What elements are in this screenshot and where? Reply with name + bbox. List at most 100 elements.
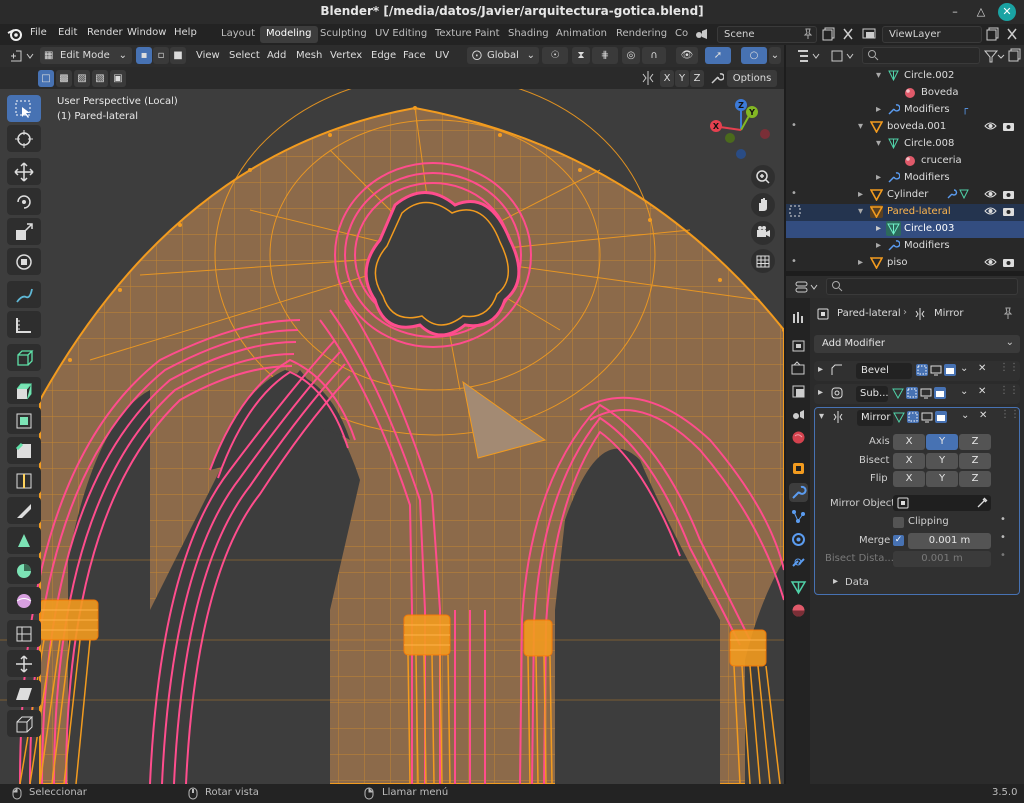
minimize-button[interactable]: –	[946, 3, 964, 21]
modifiers-tab-icon[interactable]	[789, 483, 808, 502]
expand-chevron-icon[interactable]: ▸	[833, 576, 838, 587]
tool-measure[interactable]	[7, 311, 41, 338]
overlays-toggle-button[interactable]: ○	[741, 47, 767, 64]
tab-rendering[interactable]: Rendering	[610, 26, 673, 43]
outliner-row-selected[interactable]: ▸ Circle.003	[786, 221, 1024, 238]
close-window-button[interactable]: ✕	[998, 3, 1016, 21]
filter-icon[interactable]	[983, 48, 1005, 67]
render-toggle-icon[interactable]	[935, 411, 947, 426]
tool-tab-icon[interactable]	[789, 308, 808, 327]
menu-edge[interactable]: Edge	[371, 50, 396, 61]
modifier-menu-chevron-icon[interactable]: ⌄	[961, 410, 969, 421]
render-toggle-icon[interactable]	[944, 364, 956, 379]
edit-mode-toggle-icon[interactable]	[907, 411, 919, 426]
outliner-search-input[interactable]	[862, 47, 980, 64]
expand-chevron-icon[interactable]: ▸	[876, 172, 881, 183]
visibility-button[interactable]: 👁	[676, 47, 698, 64]
menu-add[interactable]: Add	[267, 50, 286, 61]
tool-move[interactable]	[7, 158, 41, 185]
transform-orientation-selector[interactable]: ⨀ Global ⌄	[467, 47, 539, 64]
realtime-toggle-icon[interactable]	[920, 387, 932, 402]
properties-editor-type-icon[interactable]	[794, 279, 820, 298]
modifier-menu-chevron-icon[interactable]: ⌄	[960, 363, 968, 374]
render-tab-icon[interactable]	[789, 336, 808, 355]
new-collection-icon[interactable]	[1008, 48, 1022, 65]
modifier-name-field[interactable]: Mirror	[857, 410, 893, 426]
remove-modifier-icon[interactable]: ✕	[978, 386, 986, 397]
tool-bevel[interactable]	[7, 437, 41, 464]
gizmo-neg-x[interactable]	[760, 129, 770, 139]
add-modifier-dropdown[interactable]: Add Modifier ⌄	[814, 335, 1020, 353]
menu-edit[interactable]: Edit	[58, 27, 77, 38]
realtime-toggle-icon[interactable]	[930, 364, 942, 379]
pin-icon[interactable]	[1002, 307, 1014, 323]
output-tab-icon[interactable]	[789, 359, 808, 378]
outliner-row[interactable]: ▸ Modifiers ⁢┌	[786, 102, 1024, 119]
drag-handle-icon[interactable]: ⋮⋮	[999, 362, 1019, 373]
pan-hand-icon[interactable]	[751, 193, 775, 217]
editor-type-icon[interactable]	[8, 48, 34, 67]
constraints-tab-icon[interactable]	[789, 553, 808, 572]
view-layer-icon[interactable]	[861, 26, 879, 43]
menu-select[interactable]: Select	[229, 50, 260, 61]
gizmo-neg-z[interactable]	[736, 149, 746, 159]
mirror-y-button[interactable]: Y	[675, 70, 689, 87]
axis-x-toggle[interactable]: X	[893, 434, 925, 450]
menu-view[interactable]: View	[196, 50, 220, 61]
modifier-menu-chevron-icon[interactable]: ⌄	[960, 386, 968, 397]
expand-chevron-icon[interactable]: ▾	[858, 206, 863, 217]
navigation-gizmo[interactable]: Z Y X	[706, 95, 776, 165]
tool-cursor[interactable]	[7, 125, 41, 152]
options-dropdown[interactable]: Options ⌄	[727, 70, 777, 101]
keyframe-dot-icon[interactable]: •	[1000, 532, 1006, 543]
menu-mesh[interactable]: Mesh	[296, 50, 322, 61]
tool-edge-slide[interactable]	[7, 620, 41, 647]
select-mode-intersect-button[interactable]: ▣	[110, 70, 126, 87]
outliner-row[interactable]: • ▸ piso	[786, 255, 1024, 271]
drag-handle-icon[interactable]: ⋮⋮	[1000, 409, 1020, 420]
tab-uv-editing[interactable]: UV Editing	[369, 26, 433, 43]
outliner-editor-type-icon[interactable]	[796, 48, 822, 67]
tool-scale[interactable]	[7, 218, 41, 245]
flip-y-toggle[interactable]: Y	[926, 471, 958, 487]
tab-animation[interactable]: Animation	[550, 26, 613, 43]
expand-chevron-icon[interactable]: ▸	[858, 257, 863, 268]
tab-shading[interactable]: Shading	[502, 26, 555, 43]
vertex-select-button[interactable]: ▪	[136, 47, 152, 64]
edit-mode-toggle-icon[interactable]	[906, 387, 918, 402]
tool-transform[interactable]	[7, 248, 41, 275]
on-cage-toggle-icon[interactable]	[892, 387, 904, 402]
3d-viewport[interactable]: User Perspective (Local) (1) Pared-later…	[0, 89, 784, 784]
expand-chevron-icon[interactable]: ▸	[858, 189, 863, 200]
object-tab-icon[interactable]	[789, 459, 808, 478]
tool-extrude[interactable]	[7, 377, 41, 404]
display-mode-icon[interactable]	[830, 48, 856, 67]
new-view-layer-icon[interactable]	[986, 27, 999, 44]
outliner-row[interactable]: ▾ Circle.008	[786, 136, 1024, 153]
axis-y-toggle[interactable]: Y	[926, 434, 958, 450]
outliner-row[interactable]: • ▾ boveda.001	[786, 119, 1024, 136]
remove-modifier-icon[interactable]: ✕	[979, 410, 987, 421]
camera-view-icon[interactable]	[751, 221, 775, 245]
eye-icon[interactable]	[984, 188, 997, 203]
axis-z-toggle[interactable]: Z	[959, 434, 991, 450]
menu-file[interactable]: File	[30, 27, 47, 38]
menu-render[interactable]: Render	[87, 27, 123, 38]
view-layer-tab-icon[interactable]	[789, 382, 808, 401]
eyedropper-icon[interactable]	[976, 497, 988, 512]
scene-tab-icon[interactable]	[789, 405, 808, 424]
scene-icon[interactable]	[693, 26, 711, 43]
tool-add-cube[interactable]	[7, 344, 41, 371]
snap-toggle-button[interactable]: ⧗	[572, 47, 590, 64]
tab-sculpting[interactable]: Sculpting	[314, 26, 373, 43]
outliner-row[interactable]: cruceria	[786, 153, 1024, 170]
snap-target-button[interactable]: ⋕	[592, 47, 618, 64]
clipping-checkbox[interactable]	[893, 517, 904, 528]
edit-mode-toggle-icon[interactable]	[916, 364, 928, 379]
expand-chevron-icon[interactable]: ▸	[818, 364, 823, 375]
menu-uv[interactable]: UV	[435, 50, 449, 61]
camera-icon[interactable]	[1002, 205, 1015, 220]
camera-icon[interactable]	[1002, 256, 1015, 271]
expand-chevron-icon[interactable]: ▾	[876, 70, 881, 81]
eye-icon[interactable]	[984, 205, 997, 220]
